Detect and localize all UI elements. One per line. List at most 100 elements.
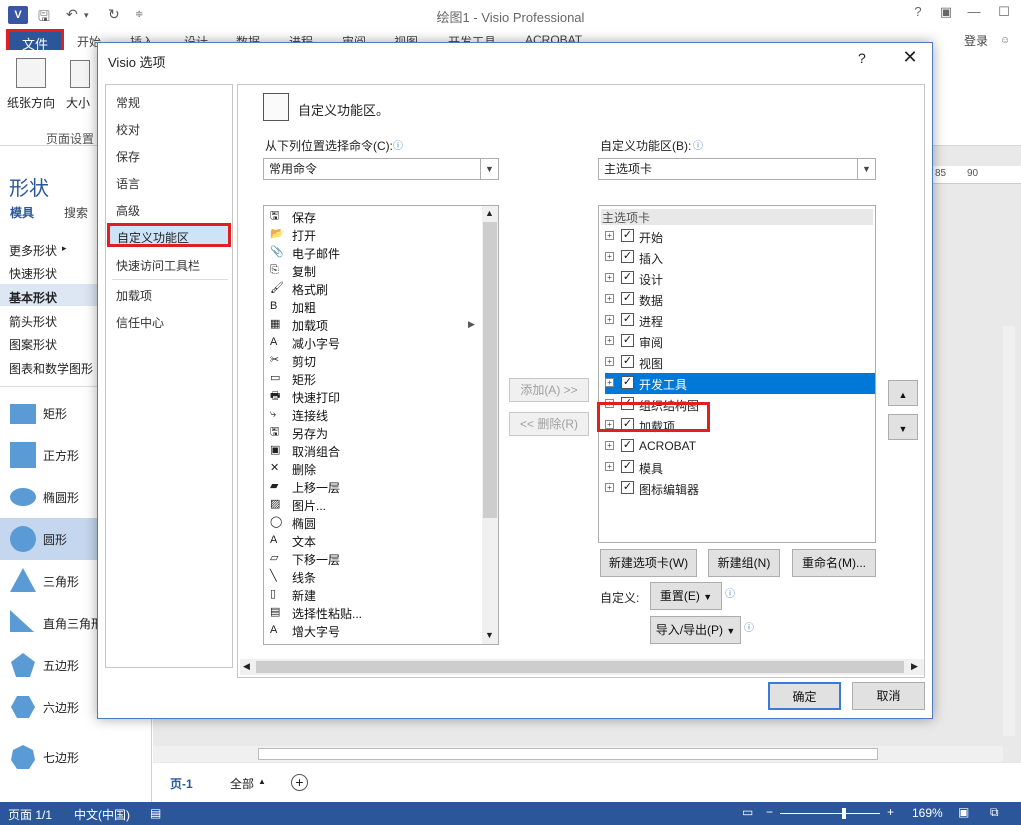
presentation-mode-icon[interactable]: ▭	[742, 805, 753, 819]
add-page-icon[interactable]: +	[291, 774, 308, 791]
command-item[interactable]: 选择性粘贴...	[292, 605, 362, 622]
tab-checkbox[interactable]: ✓	[621, 271, 634, 284]
expand-icon[interactable]: +	[605, 252, 614, 261]
commands-scrollbar[interactable]: ▲ ▼	[482, 206, 498, 644]
more-shapes-link[interactable]: 更多形状	[9, 242, 57, 259]
pattern-shapes-link[interactable]: 图案形状	[9, 336, 57, 353]
command-item[interactable]: 矩形	[292, 371, 316, 388]
reset-button[interactable]: 重置(E) ▼	[650, 582, 722, 610]
language-indicator[interactable]: 中文(中国)	[74, 806, 130, 823]
command-item[interactable]: 加载项	[292, 317, 328, 334]
command-item[interactable]: 快速打印	[292, 389, 340, 406]
ok-button[interactable]: 确定	[768, 682, 841, 710]
scroll-thumb[interactable]	[483, 222, 497, 518]
command-item[interactable]: 上移一层	[292, 479, 340, 496]
expand-icon[interactable]: +	[605, 441, 614, 450]
maximize-icon[interactable]: ☐	[990, 4, 1018, 20]
login-link[interactable]: 登录	[964, 32, 988, 49]
add-button[interactable]: 添加(A) >>	[509, 378, 589, 402]
command-item[interactable]: 新建	[292, 587, 316, 604]
close-icon[interactable]: ✕	[898, 47, 922, 68]
command-item[interactable]: 删除	[292, 461, 316, 478]
minimize-icon[interactable]: —	[960, 4, 988, 19]
caret-up-icon[interactable]: ▲	[258, 777, 266, 786]
command-item[interactable]: 下移一层	[292, 551, 340, 568]
zoom-level[interactable]: 169%	[912, 806, 943, 820]
command-item[interactable]: 取消组合	[292, 443, 340, 460]
nav-quick-access[interactable]: 快速访问工具栏	[116, 257, 200, 274]
nav-customize-ribbon[interactable]: 自定义功能区	[107, 223, 231, 247]
scroll-thumb[interactable]	[256, 661, 904, 673]
command-item[interactable]: 电子邮件	[292, 245, 340, 262]
zoom-in-icon[interactable]: +	[887, 805, 894, 819]
expand-icon[interactable]: +	[605, 483, 614, 492]
tab-stencil[interactable]: 模具	[10, 204, 34, 221]
nav-save[interactable]: 保存	[116, 148, 140, 165]
move-down-button[interactable]: ▼	[888, 414, 918, 440]
expand-icon[interactable]: +	[605, 273, 614, 282]
tree-item[interactable]: + ✓ 进程	[605, 310, 875, 331]
expand-icon[interactable]: +	[605, 378, 614, 387]
zoom-slider[interactable]	[780, 813, 880, 814]
choose-commands-combo[interactable]: 常用命令 ▼	[263, 158, 499, 180]
nav-trust-center[interactable]: 信任中心	[116, 314, 164, 331]
page-tab-1[interactable]: 页-1	[170, 775, 193, 792]
expand-icon[interactable]: +	[605, 294, 614, 303]
expand-icon[interactable]: +	[605, 462, 614, 471]
tree-item[interactable]: + ✓ 数据	[605, 289, 875, 310]
expand-icon[interactable]: +	[605, 357, 614, 366]
chart-shapes-link[interactable]: 图表和数学图形	[9, 360, 93, 377]
chevron-up-icon[interactable]: ▲	[485, 208, 494, 218]
rename-button[interactable]: 重命名(M)...	[792, 549, 876, 577]
tab-checkbox[interactable]: ✓	[621, 481, 634, 494]
tab-checkbox[interactable]: ✓	[621, 313, 634, 326]
ribbon-tabs-tree[interactable]: 主选项卡 + ✓ 开始 + ✓ 插入 + ✓ 设计 + ✓ 数据 + ✓ 进程 + ✓ 审阅 + ✓ 视图 + ✓ 开发工具 +…	[598, 205, 876, 543]
orientation-button[interactable]: 纸张方向	[7, 94, 55, 111]
tab-checkbox[interactable]: ✓	[621, 376, 634, 389]
user-icon[interactable]: ☺	[1000, 35, 1010, 46]
tab-search[interactable]: 搜索	[64, 204, 88, 221]
page-indicator[interactable]: 页面 1/1	[8, 806, 52, 823]
tab-checkbox[interactable]: ✓	[621, 334, 634, 347]
command-item[interactable]: 椭圆	[292, 515, 316, 532]
command-item[interactable]: 另存为	[292, 425, 328, 442]
tab-checkbox[interactable]: ✓	[621, 355, 634, 368]
tab-checkbox[interactable]: ✓	[621, 229, 634, 242]
command-item[interactable]: 增大字号	[292, 623, 340, 640]
fit-page-icon[interactable]: ▣	[958, 805, 969, 819]
macro-record-icon[interactable]: ▤	[150, 806, 161, 820]
tree-item[interactable]: + ✓ 设计	[605, 268, 875, 289]
shape-heptagon[interactable]: 七边形	[0, 736, 152, 778]
tab-checkbox[interactable]: ✓	[621, 460, 634, 473]
remove-button[interactable]: << 删除(R)	[509, 412, 589, 436]
vertical-scrollbar[interactable]	[1003, 326, 1015, 736]
command-item[interactable]: 打开	[292, 227, 316, 244]
expand-icon[interactable]: +	[605, 315, 614, 324]
horizontal-scroll-thumb[interactable]	[258, 748, 878, 760]
new-tab-button[interactable]: 新建选项卡(W)	[600, 549, 697, 577]
help-icon[interactable]: ?	[904, 4, 932, 19]
command-item[interactable]: 保存	[292, 209, 316, 226]
command-item[interactable]: 图片...	[292, 497, 326, 514]
size-button[interactable]: 大小	[66, 94, 90, 111]
pane-horizontal-scrollbar[interactable]: ◀ ▶	[240, 659, 924, 675]
all-pages-tab[interactable]: 全部	[230, 775, 254, 792]
nav-proofing[interactable]: 校对	[116, 121, 140, 138]
command-item[interactable]: 剪切	[292, 353, 316, 370]
basic-shapes-link[interactable]: 基本形状	[9, 289, 57, 306]
nav-language[interactable]: 语言	[116, 175, 140, 192]
chevron-down-icon[interactable]: ▼	[485, 630, 494, 640]
tree-item[interactable]: + ✓ 图标编辑器	[605, 478, 875, 499]
command-item[interactable]: 文本	[292, 533, 316, 550]
chevron-left-icon[interactable]: ◀	[243, 661, 250, 672]
commands-list[interactable]: 🖫 保存 📂 打开 📎 电子邮件 ⎘ 复制 🖌 格式刷 B 加粗 ▦ 加载项 A 减小字号 ✂ 剪切 ▭ 矩形 🖶 快速打…	[263, 205, 499, 645]
cancel-button[interactable]: 取消	[852, 682, 925, 710]
command-item[interactable]: 线条	[292, 569, 316, 586]
customize-ribbon-combo[interactable]: 主选项卡 ▼	[598, 158, 876, 180]
tree-item[interactable]: + ✓ 开发工具	[605, 373, 875, 394]
tree-item[interactable]: + ✓ 开始	[605, 226, 875, 247]
command-item[interactable]: 复制	[292, 263, 316, 280]
command-item[interactable]: 加粗	[292, 299, 316, 316]
tree-item[interactable]: + ✓ 视图	[605, 352, 875, 373]
nav-general[interactable]: 常规	[116, 94, 140, 111]
